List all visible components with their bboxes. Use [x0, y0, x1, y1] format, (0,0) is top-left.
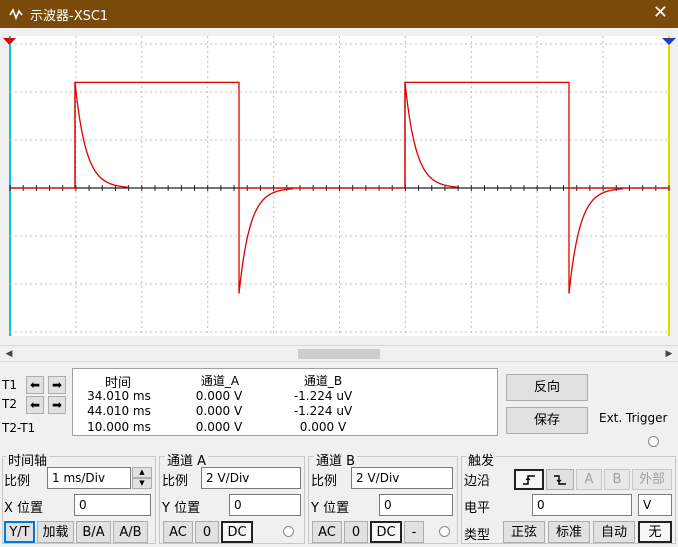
- mode-load-button[interactable]: 加载: [37, 521, 74, 543]
- trigger-level-label: 电平: [464, 501, 491, 516]
- timebase-scale-label: 比例: [4, 474, 31, 489]
- close-icon[interactable]: ✕: [653, 4, 668, 22]
- row1-channel-a: 0.000 V: [195, 389, 243, 403]
- scroll-thumb[interactable]: [298, 349, 380, 359]
- cursor-delta-label: T2-T1: [2, 421, 36, 435]
- cursor-t1-label: T1: [2, 378, 17, 392]
- trigger-rising-edge-button[interactable]: [514, 469, 544, 490]
- timebase-xpos-label: X 位置: [4, 501, 44, 516]
- timebase-scale-field[interactable]: 1 ms/Div: [47, 467, 131, 489]
- row2-channel-a: 0.000 V: [195, 404, 243, 418]
- header-channel-a: 通道_A: [200, 374, 240, 388]
- row1-channel-b: -1.224 uV: [293, 389, 353, 403]
- channel-a-ac-button[interactable]: AC: [163, 521, 193, 543]
- reverse-button[interactable]: 反向: [506, 374, 588, 401]
- falling-edge-icon: [554, 474, 566, 485]
- trigger-source-ext-button[interactable]: 外部: [632, 469, 672, 490]
- channel-a-scale-field[interactable]: 2 V/Div: [201, 467, 301, 489]
- channel-b-minus-button[interactable]: -: [404, 521, 424, 543]
- trigger-level-unit[interactable]: V: [638, 494, 672, 516]
- arrow-right-icon: ➡: [51, 378, 63, 392]
- rising-edge-icon: [523, 474, 535, 485]
- scroll-right-icon[interactable]: ▶: [662, 347, 676, 361]
- channel-b-terminal[interactable]: [439, 526, 450, 537]
- t2-left-button[interactable]: ⬅: [26, 396, 44, 414]
- arrow-right-icon: ➡: [51, 398, 63, 412]
- channel-b-scale-field[interactable]: 2 V/Div: [351, 467, 453, 489]
- t1-right-button[interactable]: ➡: [48, 376, 66, 394]
- row2-time: 44.010 ms: [87, 404, 151, 418]
- save-button[interactable]: 保存: [506, 407, 588, 434]
- trigger-edge-label: 边沿: [464, 474, 491, 489]
- measurement-readout: 时间 通道_A 通道_B 34.010 ms 0.000 V -1.224 uV…: [72, 368, 498, 436]
- channel-b-scale-label: 比例: [311, 474, 338, 489]
- ext-trigger-label: Ext. Trigger: [599, 411, 668, 425]
- mode-yt-button[interactable]: Y/T: [4, 521, 35, 543]
- trigger-title: 触发: [466, 450, 497, 469]
- timebase-scale-down[interactable]: ▼: [132, 478, 152, 489]
- title-bar: 示波器-XSC1 ✕: [0, 0, 678, 28]
- channel-a-ypos-field[interactable]: 0: [229, 494, 301, 516]
- header-channel-b: 通道_B: [303, 374, 343, 388]
- channel-a-zero-button[interactable]: 0: [195, 521, 219, 543]
- trigger-level-field[interactable]: 0: [532, 494, 632, 516]
- trigger-normal-button[interactable]: 标准: [548, 521, 590, 543]
- mode-ba-button[interactable]: B/A: [76, 521, 111, 543]
- row1-time: 34.010 ms: [87, 389, 151, 403]
- horizontal-scrollbar[interactable]: ◀ ▶: [0, 345, 678, 362]
- channel-b-ypos-field[interactable]: 0: [379, 494, 453, 516]
- row2-channel-b: -1.224 uV: [293, 404, 353, 418]
- channel-b-ypos-label: Y 位置: [311, 501, 350, 516]
- scope-screen: [3, 36, 676, 336]
- timebase-scale-up[interactable]: ▲: [132, 467, 152, 478]
- oscilloscope-icon: [9, 8, 23, 21]
- window-title: 示波器-XSC1: [30, 8, 109, 24]
- arrow-left-icon: ⬅: [29, 398, 41, 412]
- channel-a-dc-button[interactable]: DC: [221, 521, 253, 543]
- ext-trigger-terminal[interactable]: [648, 436, 659, 447]
- channel-b-zero-button[interactable]: 0: [344, 521, 368, 543]
- mode-ab-button[interactable]: A/B: [113, 521, 148, 543]
- channel-a-ypos-label: Y 位置: [162, 501, 201, 516]
- row3-channel-b: 0.000 V: [299, 420, 347, 434]
- row3-time: 10.000 ms: [87, 420, 151, 434]
- trigger-source-a-button[interactable]: A: [576, 469, 602, 490]
- channel-a-scale-label: 比例: [162, 474, 189, 489]
- trigger-type-label: 类型: [464, 528, 491, 543]
- t1-left-button[interactable]: ⬅: [26, 376, 44, 394]
- channel-a-terminal[interactable]: [283, 526, 294, 537]
- t2-right-button[interactable]: ➡: [48, 396, 66, 414]
- trigger-auto-button[interactable]: 自动: [593, 521, 635, 543]
- channel-b-dc-button[interactable]: DC: [370, 521, 402, 543]
- trigger-sine-button[interactable]: 正弦: [503, 521, 545, 543]
- timebase-title: 时间轴: [6, 450, 50, 469]
- channel-b-ac-button[interactable]: AC: [312, 521, 342, 543]
- trigger-falling-edge-button[interactable]: [546, 469, 574, 490]
- row3-channel-a: 0.000 V: [195, 420, 243, 434]
- scroll-left-icon[interactable]: ◀: [2, 347, 16, 361]
- arrow-left-icon: ⬅: [29, 378, 41, 392]
- timebase-xpos-field[interactable]: 0: [74, 494, 151, 516]
- trigger-none-button[interactable]: 无: [638, 521, 672, 543]
- cursor-t2-label: T2: [2, 397, 17, 411]
- trigger-source-b-button[interactable]: B: [604, 469, 630, 490]
